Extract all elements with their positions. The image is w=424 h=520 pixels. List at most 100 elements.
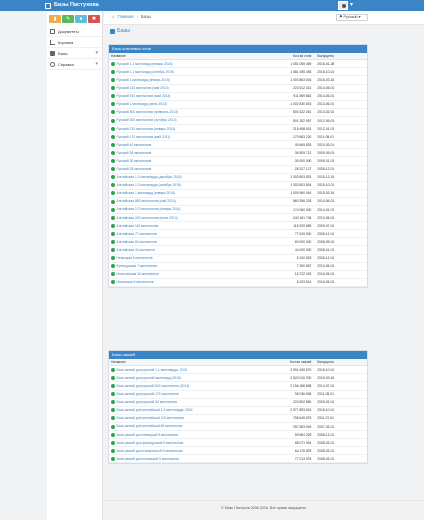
row-name[interactable]: Русский 800 миллионов (февраль 2013) (117, 110, 179, 114)
row-name-link[interactable]: База связей для испанской 6 миллионов (109, 454, 269, 464)
column-header-name[interactable]: Название (109, 53, 269, 61)
row-name-link[interactable]: База связей для русской миллиард (2015) (109, 373, 269, 383)
row-name-link[interactable]: Русский 910 миллионов (май 2014) (109, 92, 269, 101)
row-name-link[interactable]: Русский 1,1 миллиард (январь 2016) (109, 59, 269, 69)
sidebar-item-documents[interactable]: Документы (47, 26, 102, 37)
row-name-link[interactable]: Русский 500 миллионов (октябрь 2012) (109, 116, 269, 126)
row-name-link[interactable]: Русский 223 миллиона (май 2014) (109, 84, 269, 93)
row-name-link[interactable]: База связей для русской 1,1 миллиарда, 2… (109, 365, 269, 375)
row-name-link[interactable]: Русский 210 миллионов (январь 2012) (109, 124, 269, 134)
row-name-link[interactable]: Русский 170 миллионов (май 2011) (109, 132, 269, 142)
row-name-link[interactable]: База связей для итальянской 5 миллионов (109, 446, 269, 456)
row-name[interactable]: Русский 36 миллионов (117, 151, 152, 155)
row-name[interactable]: Английская 77 миллионов (117, 232, 157, 236)
row-name-link[interactable]: База связей для русской 170 миллионов (109, 390, 269, 399)
row-name-link[interactable]: База связей для английской 115 миллионов (109, 414, 269, 423)
row-name[interactable]: Русский 210 миллионов (январь 2012) (117, 127, 176, 131)
chevron-down-icon[interactable]: ▾ (350, 1, 353, 10)
row-name-link[interactable]: Английская 860 миллионов (май 2014) (109, 197, 269, 206)
row-name[interactable]: Английская 1,3 миллиарда (декабрь 2015) (117, 175, 182, 179)
row-name-link[interactable]: Итальянская 16 миллионов (109, 270, 269, 279)
row-name[interactable]: Русский 910 миллионов (май 2014) (117, 94, 171, 98)
row-name-link[interactable]: База связей для английской 1,3 миллиарда… (109, 406, 269, 415)
row-name[interactable]: База связей для итальянской 5 миллионов (117, 449, 183, 453)
row-name-link[interactable]: Русский 40 миллионов (109, 140, 269, 150)
row-name[interactable]: Русский 1,1 миллиард (январь 2016) (117, 62, 173, 66)
row-name[interactable]: Английская 240 миллионов (июнь 2013) (117, 216, 178, 220)
row-name[interactable]: База связей для русской 170 миллионов (117, 392, 179, 396)
column-header-date[interactable]: Выпущена (315, 359, 367, 367)
column-header-count[interactable]: Кол-во связей (268, 359, 316, 367)
column-header-name[interactable]: Название (109, 359, 269, 367)
row-name-link[interactable]: Русский 36 миллионов (109, 148, 269, 158)
sidebar-item-cart[interactable]: Корзина (47, 37, 102, 48)
row-name[interactable]: Английская 860 миллионов (май 2014) (117, 199, 176, 203)
row-name[interactable]: База связей для русской 30 миллионов (117, 400, 177, 404)
edit-icon[interactable]: ✎ (62, 15, 74, 23)
row-name[interactable]: Русский 30 миллионов (117, 159, 152, 163)
sidebar-item-help[interactable]: Справка ▾ (47, 59, 102, 70)
row-name[interactable]: Русский 1 миллиард (январь 2015) (117, 78, 170, 82)
row-name-link[interactable]: База связей для русской 500 миллионов (2… (109, 381, 269, 391)
row-name[interactable]: Английская 170 миллионов (январь 2014) (117, 207, 181, 211)
row-name-link[interactable]: Английская 60 миллионов (109, 237, 269, 247)
brand[interactable]: Базы Пастухова (45, 1, 99, 10)
row-name-link[interactable]: Английская 170 миллионов (январь 2014) (109, 205, 269, 215)
row-name-link[interactable]: Английская 115 миллионов (109, 221, 269, 231)
row-name[interactable]: Русский 28 миллионов (117, 167, 152, 171)
row-name-link[interactable]: Английская 1,3 миллиарда (декабрь 2015) (109, 173, 269, 182)
users-icon[interactable]: ● (75, 15, 87, 23)
row-name-link[interactable]: Русский 28 миллионов (109, 165, 269, 174)
row-name[interactable]: Испанская 6 миллионов (117, 280, 154, 284)
row-name-link[interactable]: База связей для немецкой 5 миллионов (109, 430, 269, 440)
row-name[interactable]: Английская 60 миллионов (117, 240, 157, 244)
user-avatar[interactable] (338, 1, 348, 10)
row-name[interactable]: Английская 1 миллиард (январь 2015) (117, 191, 176, 195)
row-name-link[interactable]: Английская 240 миллионов (июнь 2013) (109, 213, 269, 223)
row-name[interactable]: Английская 44 миллиона (117, 248, 155, 252)
column-header-count[interactable]: Кол-во слов (268, 53, 316, 61)
bar-chart-icon[interactable]: ▮ (49, 15, 61, 23)
row-name-link[interactable]: Английская 77 миллионов (109, 229, 269, 239)
row-name[interactable]: База связей для русской 1,1 миллиарда, 2… (117, 368, 188, 372)
breadcrumb-home[interactable]: Главная (118, 14, 134, 19)
row-name[interactable]: Английская 1,3 миллиарда (октябрь 2015) (117, 183, 182, 187)
row-name[interactable]: Русский 1 миллиард (июнь 2013) (117, 102, 167, 106)
row-name[interactable]: Итальянская 16 миллионов (117, 272, 159, 276)
gear-icon[interactable]: ✱ (88, 15, 100, 23)
row-name-link[interactable]: Английская 44 миллиона (109, 245, 269, 255)
row-name-link[interactable]: Русский 1,1 миллиард (октябрь 2015) (109, 67, 269, 77)
row-name-link[interactable]: Испанская 6 миллионов (109, 278, 269, 287)
row-name[interactable]: Английская 115 миллионов (117, 224, 159, 228)
row-name[interactable]: База связей для английской 60 миллионов (117, 424, 183, 428)
row-name-link[interactable]: База связей для английской 60 миллионов (109, 422, 269, 432)
row-name-link[interactable]: Русский 1 миллиард (январь 2015) (109, 75, 269, 85)
row-name[interactable]: База связей для английской 1,3 миллиарда… (117, 408, 193, 412)
row-name[interactable]: База связей для английской 115 миллионов (117, 416, 184, 420)
row-name[interactable]: Русский 40 миллионов (117, 143, 152, 147)
home-icon[interactable]: ⌂ (112, 14, 115, 19)
sidebar-item-databases[interactable]: Базы ▾ (47, 48, 102, 59)
column-header-date[interactable]: Выпущена (315, 53, 367, 61)
row-name[interactable]: База связей для испанской 6 миллионов (117, 457, 179, 461)
row-name-link[interactable]: Русский 30 миллионов (109, 156, 269, 166)
row-name-link[interactable]: Французская 7 миллионов (109, 262, 269, 271)
row-name[interactable]: База связей для немецкой 5 миллионов (117, 433, 178, 437)
row-name[interactable]: Русский 170 миллионов (май 2011) (117, 135, 171, 139)
row-name[interactable]: Русский 500 миллионов (октябрь 2012) (117, 118, 177, 122)
row-name-link[interactable]: Русский 1 миллиард (июнь 2013) (109, 100, 269, 109)
row-name[interactable]: Русский 1,1 миллиард (октябрь 2015) (117, 70, 174, 74)
row-name[interactable]: База связей для русской 500 миллионов (2… (117, 384, 190, 388)
row-name-link[interactable]: Английская 1,3 миллиарда (октябрь 2015) (109, 181, 269, 190)
row-name-link[interactable]: Английская 1 миллиард (январь 2015) (109, 189, 269, 198)
row-name[interactable]: Французская 7 миллионов (117, 264, 158, 268)
row-name[interactable]: База связей для русской миллиард (2015) (117, 376, 182, 380)
row-name-link[interactable]: База связей для французской 5 миллионов (109, 438, 269, 448)
language-select[interactable]: ⚑ Русский ▾ (336, 14, 368, 21)
row-name[interactable]: База связей для французской 5 миллионов (117, 441, 184, 445)
row-name-link[interactable]: Русский 800 миллионов (февраль 2013) (109, 108, 269, 117)
row-name[interactable]: Немецкая 5 миллионов (117, 256, 153, 260)
row-name[interactable]: Русский 223 миллиона (май 2014) (117, 86, 169, 90)
row-name-link[interactable]: База связей для русской 30 миллионов (109, 398, 269, 407)
row-name-link[interactable]: Немецкая 5 миллионов (109, 254, 269, 263)
